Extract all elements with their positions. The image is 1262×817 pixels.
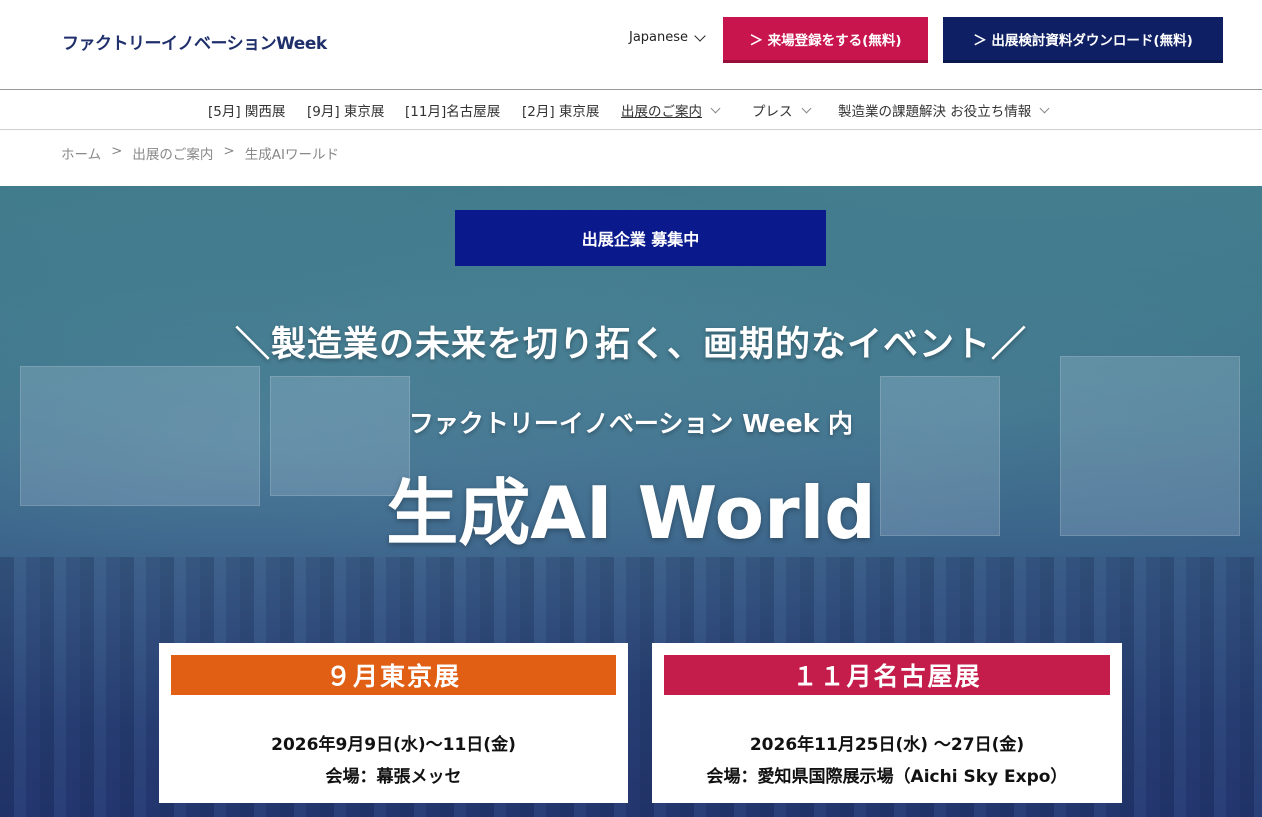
- exhibitor-download-button[interactable]: ＞ 出展検討資料ダウンロード(無料): [943, 17, 1223, 63]
- breadcrumb-current: 生成AIワールド: [244, 147, 339, 163]
- nav-label: プレス: [752, 104, 793, 120]
- hero-subtitle: ファクトリーイノベーション Week 内: [408, 409, 854, 438]
- nav-item-nagoya-nov[interactable]: [11月]名古屋展: [405, 100, 500, 120]
- breadcrumb-separator: >: [223, 143, 235, 159]
- nav-label: [11月]名古屋展: [405, 104, 501, 120]
- nav-item-useful-info[interactable]: 製造業の課題解決 お役立ち情報: [838, 100, 1050, 120]
- nav-item-tokyo-feb[interactable]: [2月] 東京展: [522, 100, 599, 120]
- nav-label: 出展のご案内: [621, 104, 702, 120]
- card-venue: 会場：愛知県国際展示場（Aichi Sky Expo）: [706, 767, 1068, 787]
- site-header: ファクトリーイノベーションWeek Japanese ＞ 来場登録をする(無料)…: [0, 0, 1262, 89]
- card-header: １１月名古屋展: [664, 655, 1110, 695]
- nav-label: [2月] 東京展: [522, 104, 600, 120]
- nav-label: [9月] 東京展: [307, 104, 385, 120]
- nav-item-press[interactable]: プレス: [752, 100, 811, 120]
- hero-section: 出展企業 募集中 ＼製造業の未来を切り拓く、画期的なイベント／ ファクトリーイノ…: [0, 186, 1262, 817]
- hero-tagline: ＼製造業の未来を切り拓く、画期的なイベント／: [234, 325, 1027, 365]
- card-date: 2026年11月25日(水) 〜27日(金): [749, 735, 1025, 755]
- nav-label: 製造業の課題解決 お役立ち情報: [838, 104, 1032, 120]
- breadcrumb-exhibit-info[interactable]: 出展のご案内: [132, 143, 213, 163]
- nav-item-exhibit-info[interactable]: 出展のご案内: [621, 100, 721, 120]
- event-card-nagoya: １１月名古屋展 2026年11月25日(水) 〜27日(金) 会場：愛知県国際展…: [652, 643, 1122, 803]
- card-header: ９月東京展: [171, 655, 616, 695]
- event-card-tokyo: ９月東京展 2026年9月9日(水)〜11日(金) 会場：幕張メッセ: [159, 643, 628, 803]
- exhibitor-recruiting-badge[interactable]: 出展企業 募集中: [455, 210, 826, 266]
- main-nav: [5月] 関西展 [9月] 東京展 [11月]名古屋展 [2月] 東京展 出展の…: [0, 89, 1262, 130]
- card-date: 2026年9月9日(水)〜11日(金): [271, 735, 516, 755]
- chevron-down-icon: [694, 29, 706, 42]
- chevron-down-icon: [1039, 103, 1050, 113]
- nav-item-tokyo-sep[interactable]: [9月] 東京展: [307, 100, 384, 120]
- visitor-register-button[interactable]: ＞ 来場登録をする(無料): [723, 17, 928, 63]
- breadcrumb: ホーム > 出展のご案内 > 生成AIワールド: [61, 143, 339, 163]
- nav-item-kansai-may[interactable]: [5月] 関西展: [208, 100, 285, 120]
- breadcrumb-separator: >: [111, 143, 123, 159]
- hero-title: 生成AI World: [386, 471, 876, 555]
- chevron-down-icon: [710, 103, 721, 113]
- site-logo[interactable]: ファクトリーイノベーションWeek: [62, 29, 327, 54]
- chevron-down-icon: [801, 103, 811, 113]
- language-label: Japanese: [629, 30, 689, 45]
- nav-label: [5月] 関西展: [208, 104, 286, 120]
- language-selector[interactable]: Japanese: [629, 29, 706, 45]
- card-venue: 会場：幕張メッセ: [325, 767, 462, 787]
- breadcrumb-home[interactable]: ホーム: [61, 143, 101, 163]
